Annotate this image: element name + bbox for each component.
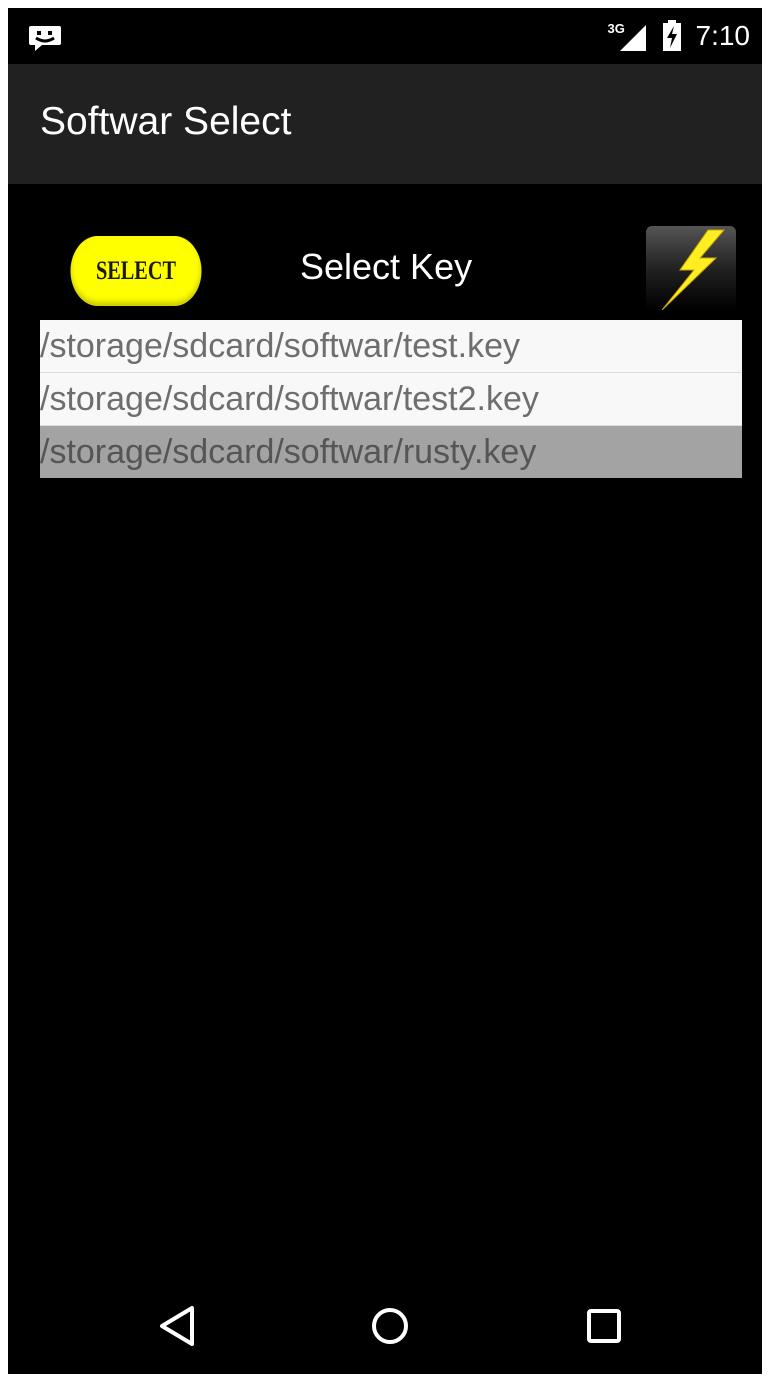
status-indicators: 3G 7:10 (608, 16, 751, 56)
app-title: Softwar Select (40, 100, 292, 143)
recents-square-icon[interactable] (574, 1296, 634, 1356)
home-circle-icon[interactable] (360, 1296, 420, 1356)
back-triangle-icon[interactable] (148, 1296, 208, 1356)
key-list-item-selected[interactable]: /storage/sdcard/softwar/rusty.key (40, 426, 742, 478)
select-key-label: Select Key (300, 246, 473, 287)
navigation-bar (8, 1276, 762, 1374)
flash-button[interactable] (646, 226, 736, 311)
key-list-item[interactable]: /storage/sdcard/softwar/test.key (40, 320, 742, 373)
phone-screen: 3G 7:10 Softwar Select SELECT Select Key… (8, 8, 762, 1374)
battery-charging-icon (662, 20, 681, 51)
signal-indicator: 3G (608, 19, 648, 53)
action-bar: Softwar Select (8, 64, 762, 184)
cell-signal-icon (619, 25, 646, 51)
status-clock: 7:10 (695, 20, 751, 51)
key-list-item[interactable]: /storage/sdcard/softwar/test2.key (40, 373, 742, 426)
key-list: /storage/sdcard/softwar/test.key /storag… (40, 320, 742, 478)
status-bar: 3G 7:10 (8, 8, 762, 64)
select-button[interactable]: SELECT (70, 236, 202, 306)
chat-notification-icon (29, 26, 61, 51)
lightning-bolt-icon (661, 229, 726, 311)
